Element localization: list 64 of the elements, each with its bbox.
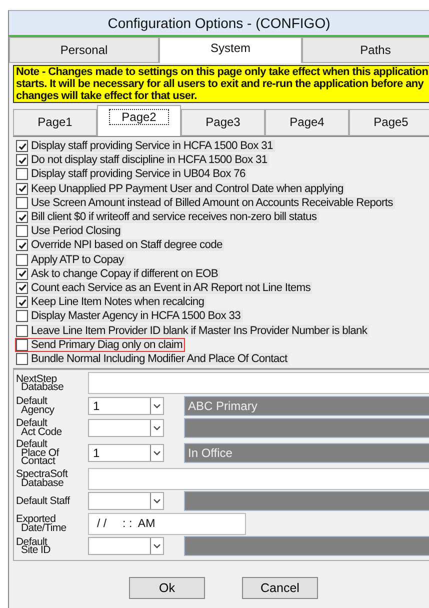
note-text: Note - Changes made to settings on this page only take effect when this application starts. It will be necessary for all users to exit and re-run the application before any changes will take effect for that user. xyxy=(13,65,429,103)
option-label: Count each Service as an Event in AR Report not Line Items xyxy=(31,282,312,294)
chevron-down-icon[interactable] xyxy=(150,398,163,414)
option-label: Keep Line Item Notes when recalcing xyxy=(31,296,206,308)
chevron-down-icon[interactable] xyxy=(150,420,163,436)
field-label: NextStep Database xyxy=(16,374,65,392)
checkbox[interactable] xyxy=(16,154,28,166)
checkbox[interactable] xyxy=(16,225,28,238)
tab[interactable]: Page1 xyxy=(13,109,97,136)
checkbox[interactable] xyxy=(16,352,28,365)
option-label: Override NPI based on Staff degree code xyxy=(31,239,224,252)
field-label: Default Staff xyxy=(16,496,71,506)
input-field[interactable] xyxy=(88,468,429,490)
option-label: Send Primary Diag only on claim xyxy=(31,338,184,351)
option-label: Use Screen Amount instead of Billed Amount on Accounts Receivable Reports xyxy=(31,196,395,209)
tab[interactable]: Paths xyxy=(302,37,429,63)
option-label: Display staff providing Service in HCFA 1500 Box 31 xyxy=(31,140,275,152)
option-label: Display Master Agency in HCFA 1500 Box 33 xyxy=(31,310,243,322)
chevron-down-icon[interactable] xyxy=(150,493,163,509)
dropdown[interactable]: 1 xyxy=(88,396,164,414)
option-label: Bill client $0 if writeoff and service receives non-zero bill status xyxy=(31,211,319,224)
checkbox[interactable] xyxy=(16,254,28,266)
checkbox[interactable] xyxy=(16,211,28,224)
tab[interactable]: Page5 xyxy=(349,109,429,136)
field-label: Default Act Code xyxy=(16,418,63,437)
checkbox[interactable] xyxy=(16,239,28,252)
field-label: SpectraSoft Database xyxy=(16,469,69,488)
checkbox[interactable] xyxy=(16,182,28,195)
option-label: Ask to change Copay if different on EOB xyxy=(31,268,220,280)
field-label: Exported Date/Time xyxy=(16,514,68,533)
option-label: Leave Line Item Provider ID blank if Master Ins Provider Number is blank xyxy=(31,324,370,337)
field-label: Default Agency xyxy=(16,396,56,415)
checkbox[interactable] xyxy=(16,324,28,337)
tab[interactable]: System xyxy=(159,37,302,63)
tab[interactable]: Page4 xyxy=(265,109,349,136)
input-field[interactable] xyxy=(88,372,429,394)
field-label: Default Site ID xyxy=(16,536,52,556)
checkbox[interactable] xyxy=(16,310,28,322)
option-label: Bundle Normal Including Modifier And Place Of Contact xyxy=(31,352,290,365)
field-label: Default Place Of Contact xyxy=(16,439,60,466)
option-label: Display staff providing Service in UB04 Box 76 xyxy=(31,168,248,180)
option-label: Keep Unapplied PP Payment User and Control Date when applying xyxy=(31,182,346,195)
checkbox[interactable] xyxy=(16,140,28,152)
tab[interactable]: Page2 xyxy=(97,105,181,136)
checkbox[interactable] xyxy=(16,268,28,280)
window-title: Configuration Options - (CONFIGO) xyxy=(9,11,429,35)
tab[interactable]: Page3 xyxy=(181,109,265,136)
dialog-button[interactable]: Ok xyxy=(129,576,205,598)
checkbox[interactable] xyxy=(16,196,28,209)
description-field: ABC Primary xyxy=(184,396,429,416)
input-field[interactable]: / / : : AM xyxy=(88,512,246,534)
option-label: Use Period Closing xyxy=(31,225,122,238)
option-label: Apply ATP to Copay xyxy=(31,254,126,266)
checkbox[interactable] xyxy=(16,168,28,180)
chevron-down-icon[interactable] xyxy=(150,538,163,554)
description-field: In Office xyxy=(184,442,429,463)
option-label: Do not display staff discipline in HCFA 1500 Box 31 xyxy=(31,154,270,166)
checkbox[interactable] xyxy=(16,282,28,294)
checkbox[interactable] xyxy=(16,296,28,308)
tab[interactable]: Personal xyxy=(9,37,159,63)
dropdown[interactable]: 1 xyxy=(88,444,164,462)
checkbox[interactable] xyxy=(16,338,28,351)
chevron-down-icon[interactable] xyxy=(150,444,163,461)
dialog-button[interactable]: Cancel xyxy=(242,576,318,598)
